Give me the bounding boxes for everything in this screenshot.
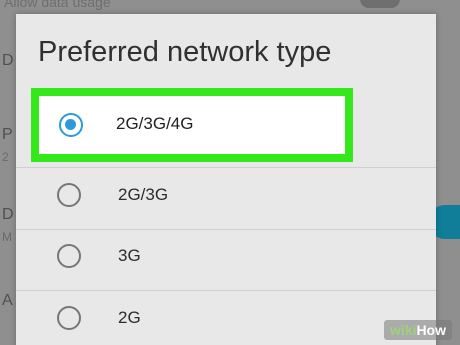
option-3g[interactable]: 3G bbox=[16, 224, 436, 290]
option-2g[interactable]: 2G bbox=[16, 286, 436, 345]
radio-unchecked-icon[interactable] bbox=[57, 244, 81, 268]
option-2g-3g[interactable]: 2G/3G bbox=[16, 163, 436, 229]
option-label: 3G bbox=[118, 246, 141, 265]
divider bbox=[16, 167, 436, 168]
option-label: 2G/3G bbox=[118, 185, 169, 204]
radio-checked-icon[interactable] bbox=[59, 113, 83, 137]
preferred-network-type-dialog: Preferred network type 2G/3G 3G 2G bbox=[16, 14, 436, 345]
watermark-prefix: wiki bbox=[389, 322, 417, 338]
radio-unchecked-icon[interactable] bbox=[57, 306, 81, 330]
option-label: 2G bbox=[118, 308, 141, 327]
wikihow-watermark: wikiHow bbox=[383, 320, 452, 340]
watermark-suffix: How bbox=[416, 322, 446, 338]
option-label: 2G/3G/4G bbox=[116, 114, 194, 133]
radio-unchecked-icon[interactable] bbox=[57, 183, 81, 207]
dialog-title: Preferred network type bbox=[38, 36, 332, 68]
allow-data-usage-label: Allow data usage bbox=[4, 0, 111, 10]
allow-data-usage-toggle bbox=[360, 0, 400, 8]
option-2g-3g-4g[interactable]: 2G/3G/4G bbox=[31, 88, 353, 162]
